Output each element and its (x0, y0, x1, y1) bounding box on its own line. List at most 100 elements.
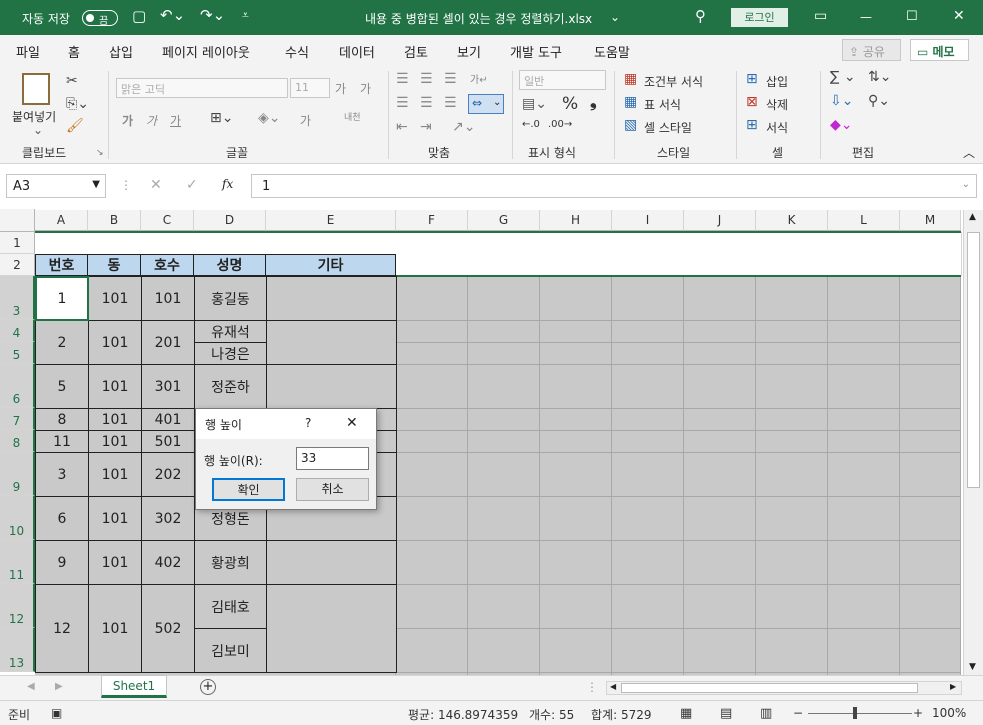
row-header-10[interactable]: 10 (0, 496, 35, 540)
fill-color-icon[interactable]: ◈⌄ (258, 110, 281, 126)
increase-decimal-icon[interactable]: ←.0 (522, 119, 540, 130)
cancel-icon[interactable]: ✕ (150, 177, 162, 193)
title-dropdown-icon[interactable]: ⌄ (610, 10, 620, 24)
autosave-toggle[interactable]: 끔 (82, 10, 118, 27)
align-bottom-icon[interactable]: ☰ (444, 71, 457, 87)
delete-cells-icon[interactable]: ⊠ (746, 94, 758, 110)
font-color-button[interactable]: 가 (300, 112, 311, 129)
border-icon[interactable]: ⊞⌄ (210, 110, 233, 126)
normal-view-icon[interactable]: ▦ (680, 706, 692, 721)
memo-button[interactable]: ▭ 메모 (910, 39, 969, 61)
percent-button[interactable]: % (562, 94, 578, 114)
scroll-up-icon[interactable]: ▲ (969, 212, 976, 222)
align-right-icon[interactable]: ☰ (444, 95, 457, 111)
next-sheet-icon[interactable]: ▶ (55, 681, 63, 692)
cell-c6[interactable]: 301 (141, 364, 195, 409)
undo-icon[interactable]: ↶⌄ (160, 6, 185, 24)
merge-center-icon[interactable]: ⇔ ⌄ (468, 94, 504, 114)
h-scroll-thumb[interactable] (621, 683, 918, 693)
cell-d5[interactable]: 나경은 (194, 342, 267, 365)
close-icon[interactable]: ✕ (953, 8, 965, 24)
scroll-thumb[interactable] (967, 232, 980, 488)
column-header-D[interactable]: D (194, 210, 266, 231)
cell-d11[interactable]: 황광희 (194, 540, 267, 585)
copy-icon[interactable]: ⎘⌄ (66, 96, 89, 112)
conditional-format-button[interactable]: 조건부 서식 (644, 73, 703, 90)
decrease-indent-icon[interactable]: ⇤ (396, 119, 408, 135)
ok-button[interactable]: 확인 (212, 478, 285, 501)
orientation-icon[interactable]: ↗⌄ (452, 119, 475, 135)
wrap-text-icon[interactable]: 가↵ (470, 71, 488, 86)
cell-b6[interactable]: 101 (88, 364, 142, 409)
header-cell-ho[interactable]: 호수 (140, 254, 194, 276)
column-header-G[interactable]: G (468, 210, 540, 231)
format-cells-icon[interactable]: ⊞ (746, 117, 758, 133)
cell-b7[interactable]: 101 (88, 408, 142, 431)
comma-style-button[interactable]: ❟ (590, 92, 597, 112)
cell-c8[interactable]: 501 (141, 430, 195, 453)
number-format-combo[interactable]: 일반 (519, 70, 606, 90)
cell-b11[interactable]: 101 (88, 540, 142, 585)
search-icon[interactable]: ⚲ (695, 7, 706, 25)
format-painter-icon[interactable]: 🖌 (66, 118, 84, 134)
cell-e6[interactable] (266, 364, 397, 409)
tab-formulas[interactable]: 수식 (285, 42, 309, 61)
font-size-combo[interactable]: 11 (290, 78, 330, 98)
cell-c12[interactable]: 502 (141, 584, 195, 673)
cell-b9[interactable]: 101 (88, 452, 142, 497)
insert-cells-button[interactable]: 삽입 (766, 73, 788, 90)
cell-d12[interactable]: 김태호 (194, 584, 267, 629)
cell-b3[interactable]: 101 (88, 276, 142, 321)
cell-e4[interactable] (266, 320, 397, 365)
help-icon[interactable]: ? (305, 416, 311, 430)
cell-c9[interactable]: 202 (141, 452, 195, 497)
phonetic-button[interactable]: 내천 (344, 110, 361, 123)
share-button[interactable]: ⇪ 공유 (842, 39, 901, 61)
row-header-7[interactable]: 7 (0, 408, 35, 430)
zoom-level[interactable]: 100% (932, 706, 966, 720)
cell-e12[interactable] (266, 584, 397, 673)
cell-d4[interactable]: 유재석 (194, 320, 267, 343)
sheet-tab-sheet1[interactable]: Sheet1 (101, 675, 167, 698)
accounting-format-icon[interactable]: ▤⌄ (522, 96, 547, 112)
row-header-2[interactable]: 2 (0, 254, 35, 276)
tab-review[interactable]: 검토 (404, 42, 428, 61)
cell-b10[interactable]: 101 (88, 496, 142, 541)
cell-e11[interactable] (266, 540, 397, 585)
maximize-icon[interactable]: ☐ (906, 9, 918, 24)
column-header-A[interactable]: A (35, 210, 88, 231)
clear-icon[interactable]: ◆⌄ (830, 117, 853, 133)
underline-button[interactable]: 가 (170, 112, 181, 129)
row-header-4[interactable]: 4 (0, 320, 35, 342)
expand-formula-icon[interactable]: ⌄ (962, 179, 970, 190)
row-header-5[interactable]: 5 (0, 342, 35, 364)
cell-c3[interactable]: 101 (141, 276, 195, 321)
scroll-right-icon[interactable]: ▶ (950, 682, 956, 691)
cell-b12[interactable]: 101 (88, 584, 142, 673)
redo-icon[interactable]: ↷⌄ (200, 6, 225, 24)
cell-a12[interactable]: 12 (35, 584, 89, 673)
cell-b4[interactable]: 101 (88, 320, 142, 365)
conditional-format-icon[interactable]: ▦ (624, 71, 637, 87)
header-cell-name[interactable]: 성명 (193, 254, 266, 276)
align-top-icon[interactable]: ☰ (396, 71, 409, 87)
vertical-scrollbar[interactable]: ▲ ▼ (963, 210, 983, 675)
paste-icon[interactable] (22, 73, 50, 105)
header-cell-etc[interactable]: 기타 (265, 254, 396, 276)
zoom-out-icon[interactable]: − (793, 706, 803, 720)
font-shrink-button[interactable]: 가 (360, 80, 371, 97)
cell-a4[interactable]: 2 (35, 320, 89, 365)
insert-cells-icon[interactable]: ⊞ (746, 71, 758, 87)
save-icon[interactable]: ▢ (132, 7, 146, 25)
row-header-13[interactable]: 13 (0, 628, 35, 672)
align-center-icon[interactable]: ☰ (420, 95, 433, 111)
paste-dropdown-icon[interactable]: ⌄ (33, 123, 43, 137)
cell-a7[interactable]: 8 (35, 408, 89, 431)
cancel-button[interactable]: 취소 (296, 478, 369, 501)
header-cell-dong[interactable]: 동 (87, 254, 141, 276)
align-middle-icon[interactable]: ☰ (420, 71, 433, 87)
tab-split-icon[interactable]: ⋮ (586, 680, 598, 694)
prev-sheet-icon[interactable]: ◀ (27, 681, 35, 692)
worksheet-grid[interactable]: ABCDEFGHIJKLM 1 2 3 4 5 6 7 8 9 10 11 12 13 번호 동 호수 … (0, 209, 983, 675)
cell-d6[interactable]: 정준하 (194, 364, 267, 409)
